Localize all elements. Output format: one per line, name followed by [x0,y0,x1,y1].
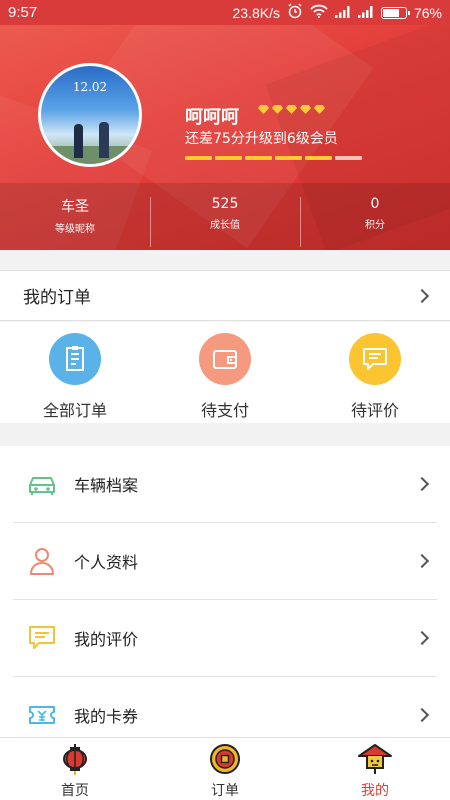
chevron-right-icon [414,553,430,569]
nav-mine[interactable]: 我的 [300,738,450,800]
order-status-label: 全部订单 [42,401,107,420]
diamond-icon [314,105,325,114]
hat-icon [358,744,392,779]
chevron-right-icon [414,476,430,492]
menu-item-personal-info[interactable]: 个人资料 [13,523,437,600]
menu-item-my-reviews[interactable]: 我的评价 [13,600,437,677]
comment-icon [27,623,57,653]
stat-label: 积分 [365,220,385,231]
nav-label: 订单 [211,783,239,799]
order-status-group: 全部订单 待支付 待评价 [0,322,450,423]
nav-home[interactable]: 首页 [0,738,150,800]
member-diamonds [258,105,325,114]
progress-segment [275,156,302,160]
progress-segment [215,156,242,160]
wallet-icon [199,333,251,385]
progress-segment [245,156,272,160]
menu-item-label: 个人资料 [74,553,139,572]
stat-value: 525 [211,196,239,212]
stat-label: 等级昵称 [55,224,95,235]
stat-points[interactable]: 0 积分 [300,183,450,250]
nav-label: 我的 [361,783,389,799]
menu-list: 车辆档案 个人资料 我的评价 我的卡券 [0,446,450,737]
signal-icon [334,5,351,21]
chevron-right-icon [414,630,430,646]
network-speed: 23.8K/s [232,4,280,21]
alarm-icon [287,3,303,22]
diamond-icon [258,105,269,114]
progress-segment [305,156,332,160]
battery-percent: 76% [413,4,442,21]
battery-icon [380,6,410,19]
chevron-right-icon [414,288,430,303]
order-list-icon [49,333,101,385]
avatar-caption: 12.02 [72,80,108,94]
menu-item-my-coupons[interactable]: 我的卡券 [13,677,437,737]
person-icon [27,546,57,576]
lantern-icon [60,744,90,779]
diamond-icon [286,105,297,114]
order-status-to-review[interactable]: 待评价 [300,322,450,423]
menu-item-label: 我的评价 [74,630,139,649]
menu-item-vehicle-records[interactable]: 车辆档案 [13,446,437,523]
menu-item-label: 车辆档案 [74,476,139,495]
stat-value: 0 [370,196,380,212]
level-message: 还差75分升级到6级会员 [185,131,338,147]
stat-label: 成长值 [210,220,240,231]
nav-orders[interactable]: 订单 [150,738,300,800]
car-icon [27,469,57,499]
menu-item-label: 我的卡券 [74,707,139,726]
wifi-icon [310,4,328,21]
level-progress-bar [185,156,362,160]
progress-segment [185,156,212,160]
stats-bar: 车圣 等级昵称 525 成长值 0 积分 [0,183,450,250]
order-status-label: 待支付 [200,401,249,420]
bottom-nav: 首页 订单 我的 [0,737,450,800]
stat-level-name[interactable]: 车圣 等级昵称 [0,183,150,250]
order-status-all[interactable]: 全部订单 [0,322,150,423]
order-status-unpaid[interactable]: 待支付 [150,322,300,423]
progress-segment [335,156,362,160]
diamond-icon [300,105,311,114]
avatar[interactable]: 12.02 [38,63,142,167]
chevron-right-icon [414,707,430,723]
my-orders-title: 我的订单 [23,288,91,308]
coin-icon [209,744,241,779]
nav-label: 首页 [61,783,89,799]
username: 呵呵呵 [185,107,239,128]
signal-icon [357,5,374,21]
coupon-icon [27,700,57,730]
profile-header: 12.02 呵呵呵 还差75分升级到6级会员 车圣 等级昵称 525 成长值 0… [0,25,450,250]
stat-growth[interactable]: 525 成长值 [150,183,300,250]
diamond-icon [272,105,283,114]
order-status-label: 待评价 [350,401,399,420]
status-bar: 9:57 23.8K/s 76% [0,0,450,25]
stat-value: 车圣 [61,199,89,215]
status-time: 9:57 [8,4,38,21]
my-orders-row[interactable]: 我的订单 [0,270,450,321]
comment-icon [349,333,401,385]
